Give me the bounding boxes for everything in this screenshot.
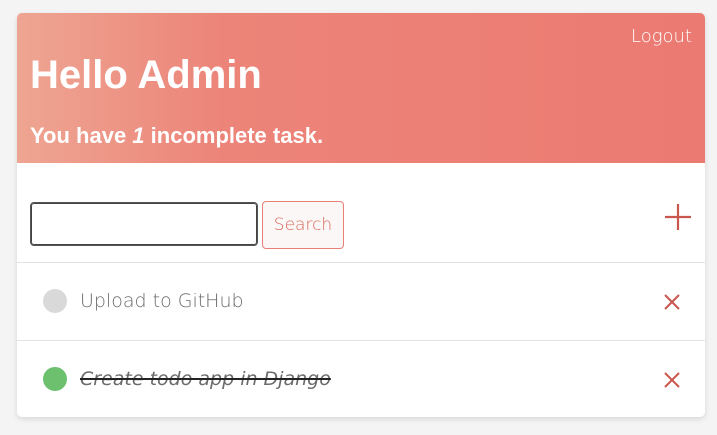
header: Logout Hello Admin You have 1 incomplete… (17, 13, 705, 163)
close-icon (664, 294, 680, 310)
plus-icon (665, 204, 691, 230)
task-item: Create todo app in Django (17, 341, 705, 417)
task-title[interactable]: Upload to GitHub (80, 288, 244, 314)
delete-task-button[interactable] (663, 293, 681, 311)
task-list: Upload to GitHub Create todo app in Djan… (17, 263, 705, 417)
task-item: Upload to GitHub (17, 263, 705, 341)
summary-prefix: You have (30, 123, 133, 148)
incomplete-count: 1 (132, 123, 145, 148)
logout-link[interactable]: Logout (631, 26, 692, 47)
close-icon (664, 372, 680, 388)
task-status-indicator[interactable] (43, 289, 67, 313)
greeting-title: Hello Admin (30, 53, 262, 97)
add-task-button[interactable] (664, 203, 692, 231)
search-input[interactable] (30, 202, 258, 246)
summary-suffix: incomplete task. (144, 123, 324, 148)
search-button[interactable]: Search (262, 201, 344, 249)
task-summary: You have 1 incomplete task. (30, 123, 323, 149)
task-title[interactable]: Create todo app in Django (80, 366, 331, 392)
delete-task-button[interactable] (663, 371, 681, 389)
todo-card: Logout Hello Admin You have 1 incomplete… (17, 13, 705, 417)
task-status-indicator[interactable] (43, 367, 67, 391)
search-toolbar: Search (17, 163, 705, 263)
